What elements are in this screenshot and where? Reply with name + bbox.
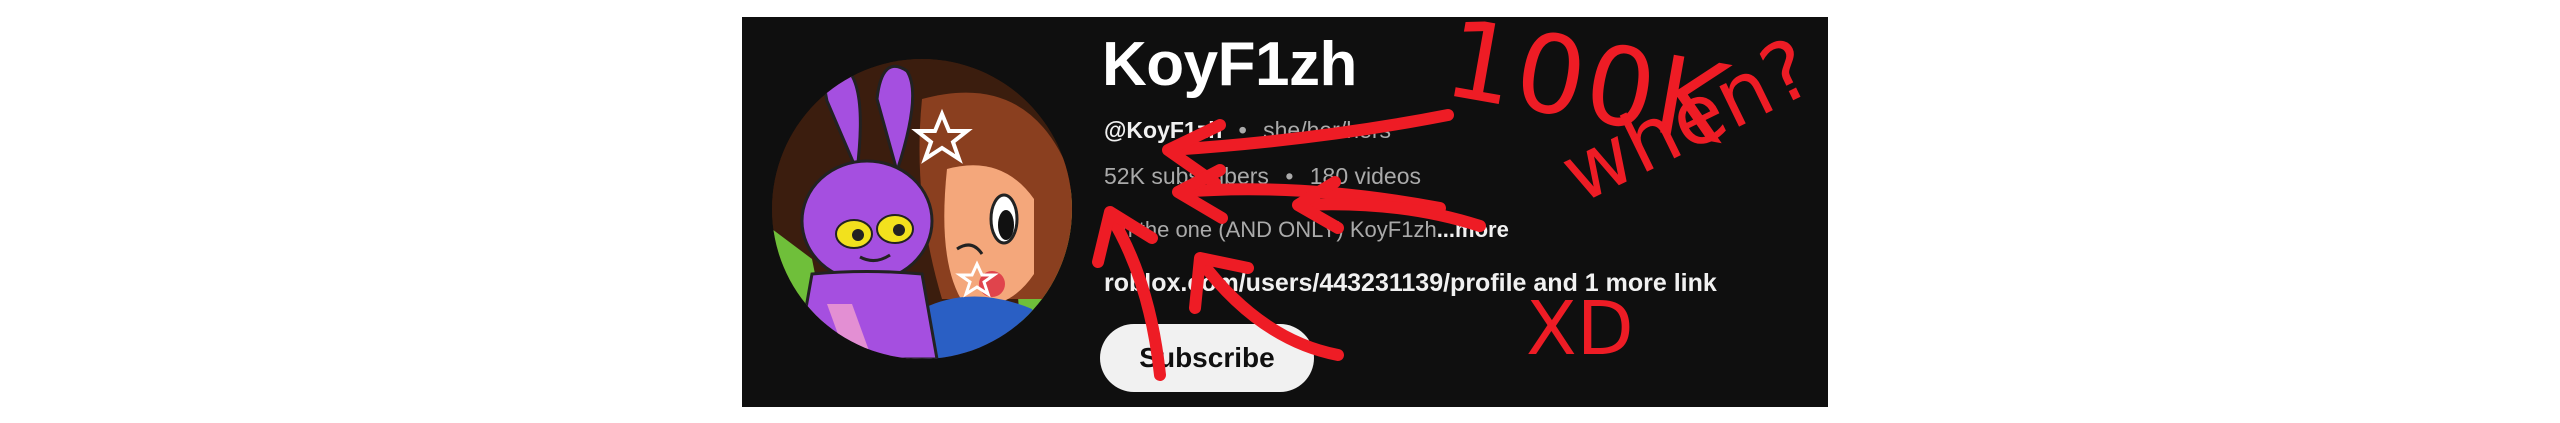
channel-name: KoyF1zh (1102, 30, 1357, 99)
channel-pronouns: she/her/hers (1263, 117, 1391, 143)
external-link[interactable]: roblox.com/users/443231139/profile (1104, 269, 1526, 297)
more-button[interactable]: ...more (1437, 217, 1509, 242)
more-links-button[interactable]: and 1 more link (1533, 269, 1716, 297)
channel-handle: @KoyF1zh (1104, 117, 1223, 143)
channel-stats: 52K subscribers • 180 videos (1104, 163, 1421, 190)
channel-handle-row: @KoyF1zh • she/her/hers (1104, 117, 1391, 144)
channel-description[interactable]: I'm the one (AND ONLY) KoyF1zh...more (1104, 217, 1509, 243)
subscriber-count: 52K subscribers (1104, 163, 1269, 189)
subscribe-button[interactable]: Subscribe (1100, 324, 1314, 392)
cartoon-avatar-icon (772, 59, 1072, 359)
separator-dot: • (1238, 117, 1247, 143)
description-text: I'm the one (AND ONLY) KoyF1zh (1104, 217, 1437, 242)
separator-dot: • (1285, 163, 1294, 189)
video-count: 180 videos (1309, 163, 1422, 189)
channel-avatar[interactable] (772, 59, 1072, 359)
channel-header: KoyF1zh @KoyF1zh • she/her/hers 52K subs… (742, 17, 1828, 407)
channel-links: roblox.com/users/443231139/profile and 1… (1104, 269, 1717, 298)
